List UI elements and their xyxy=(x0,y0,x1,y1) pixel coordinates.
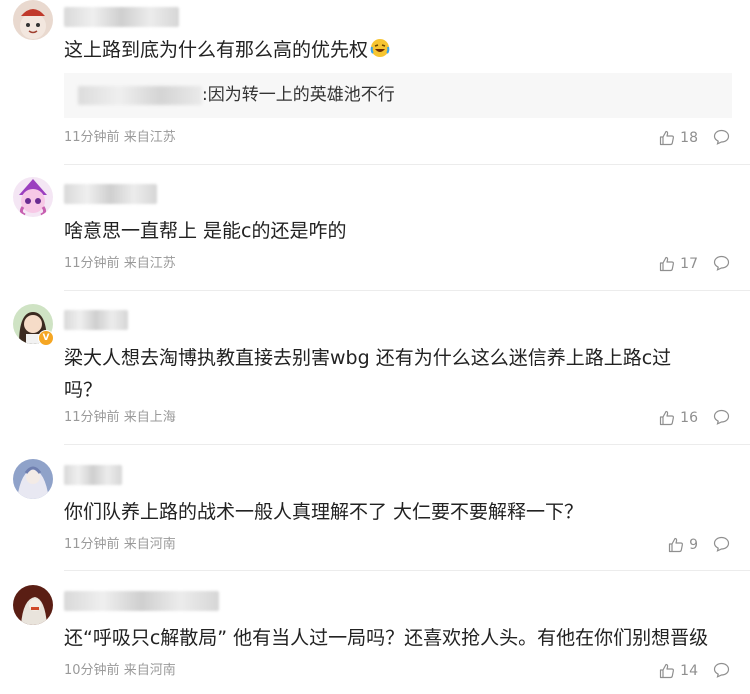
comment-item: 啥意思一直帮上 是能c的还是咋的 11分钟前 来自江苏 17 xyxy=(0,165,750,291)
like-button[interactable]: 18 xyxy=(659,129,698,147)
comment-feed: 这上路到底为什么有那么高的优先权 :因为转一上的英雄池不行 11分钟前 来自江苏… xyxy=(0,0,750,694)
timestamp: 10分钟前 xyxy=(64,663,120,678)
location: 来自河南 xyxy=(123,537,176,552)
avatar[interactable] xyxy=(13,459,53,499)
location: 来自江苏 xyxy=(123,130,176,145)
location: 来自江苏 xyxy=(123,256,176,271)
username-blurred[interactable] xyxy=(64,310,128,330)
timestamp: 11分钟前 xyxy=(64,256,120,271)
username-blurred[interactable] xyxy=(64,465,122,485)
reply-text: :因为转一上的英雄池不行 xyxy=(202,85,395,105)
thumbs-up-icon xyxy=(660,256,675,272)
comment-meta: 11分钟前 来自上海 xyxy=(64,409,176,427)
laughing-crying-emoji-icon xyxy=(370,36,390,68)
username-blurred[interactable] xyxy=(64,7,179,27)
username-blurred[interactable] xyxy=(64,184,157,204)
like-button[interactable]: 17 xyxy=(659,255,698,273)
like-button[interactable]: 14 xyxy=(659,662,698,680)
thumbs-up-icon xyxy=(668,537,684,553)
like-button[interactable]: 16 xyxy=(659,409,698,427)
avatar[interactable] xyxy=(13,585,53,625)
reply-button[interactable] xyxy=(713,409,730,429)
like-button[interactable]: 9 xyxy=(668,536,698,554)
comment-text: 这上路到底为什么有那么高的优先权 xyxy=(64,34,732,68)
thumbs-up-icon xyxy=(660,663,675,679)
avatar[interactable] xyxy=(13,0,53,40)
comment-bubble-icon xyxy=(713,255,730,271)
like-count: 17 xyxy=(680,256,698,272)
avatar[interactable] xyxy=(13,177,53,217)
comment-bubble-icon xyxy=(713,536,730,552)
like-count: 16 xyxy=(680,410,698,426)
comment-meta: 11分钟前 来自河南 xyxy=(64,536,176,554)
username-blurred[interactable] xyxy=(64,591,219,611)
comment-bubble-icon xyxy=(713,662,730,678)
comment-text: 你们队养上路的战术一般人真理解不了 大仁要不要解释一下？ xyxy=(64,501,584,523)
comment-text: 啥意思一直帮上 是能c的还是咋的 xyxy=(64,220,347,242)
reply-button[interactable] xyxy=(713,536,730,556)
like-count: 18 xyxy=(680,130,698,146)
comment-bubble-icon xyxy=(713,129,730,145)
timestamp: 11分钟前 xyxy=(64,410,120,425)
like-count: 9 xyxy=(689,537,698,553)
timestamp: 11分钟前 xyxy=(64,537,120,552)
quoted-reply[interactable]: :因为转一上的英雄池不行 xyxy=(64,73,732,118)
thumbs-up-icon xyxy=(660,130,675,146)
comment-text: 梁大人想去淘博执教直接去别害wbg 还有为什么这么迷信养上路上路c过 吗？ xyxy=(64,347,672,401)
thumbs-up-icon xyxy=(660,410,675,426)
timestamp: 11分钟前 xyxy=(64,130,120,145)
comment-item: V 梁大人想去淘博执教直接去别害wbg 还有为什么这么迷信养上路上路c过 吗？ … xyxy=(0,291,750,445)
comment-item: 你们队养上路的战术一般人真理解不了 大仁要不要解释一下？ 11分钟前 来自河南 … xyxy=(0,445,750,571)
comment-meta: 11分钟前 来自江苏 xyxy=(64,129,176,147)
comment-text: 还“呼吸只c解散局” 他有当人过一局吗？还喜欢抢人头。有他在你们别想晋级 xyxy=(64,627,709,649)
location: 来自河南 xyxy=(123,663,176,678)
reply-button[interactable] xyxy=(713,129,730,149)
comment-bubble-icon xyxy=(713,409,730,425)
location: 来自上海 xyxy=(123,410,176,425)
reply-username-blurred xyxy=(78,86,202,105)
comment-meta: 10分钟前 来自河南 xyxy=(64,662,176,680)
comment-item: 还“呼吸只c解散局” 他有当人过一局吗？还喜欢抢人头。有他在你们别想晋级 10分… xyxy=(0,571,750,694)
reply-button[interactable] xyxy=(713,662,730,682)
reply-button[interactable] xyxy=(713,255,730,275)
verified-badge-icon: V xyxy=(38,330,54,346)
comment-meta: 11分钟前 来自江苏 xyxy=(64,255,176,273)
like-count: 14 xyxy=(680,663,698,679)
comment-item: 这上路到底为什么有那么高的优先权 :因为转一上的英雄池不行 11分钟前 来自江苏… xyxy=(0,0,750,165)
